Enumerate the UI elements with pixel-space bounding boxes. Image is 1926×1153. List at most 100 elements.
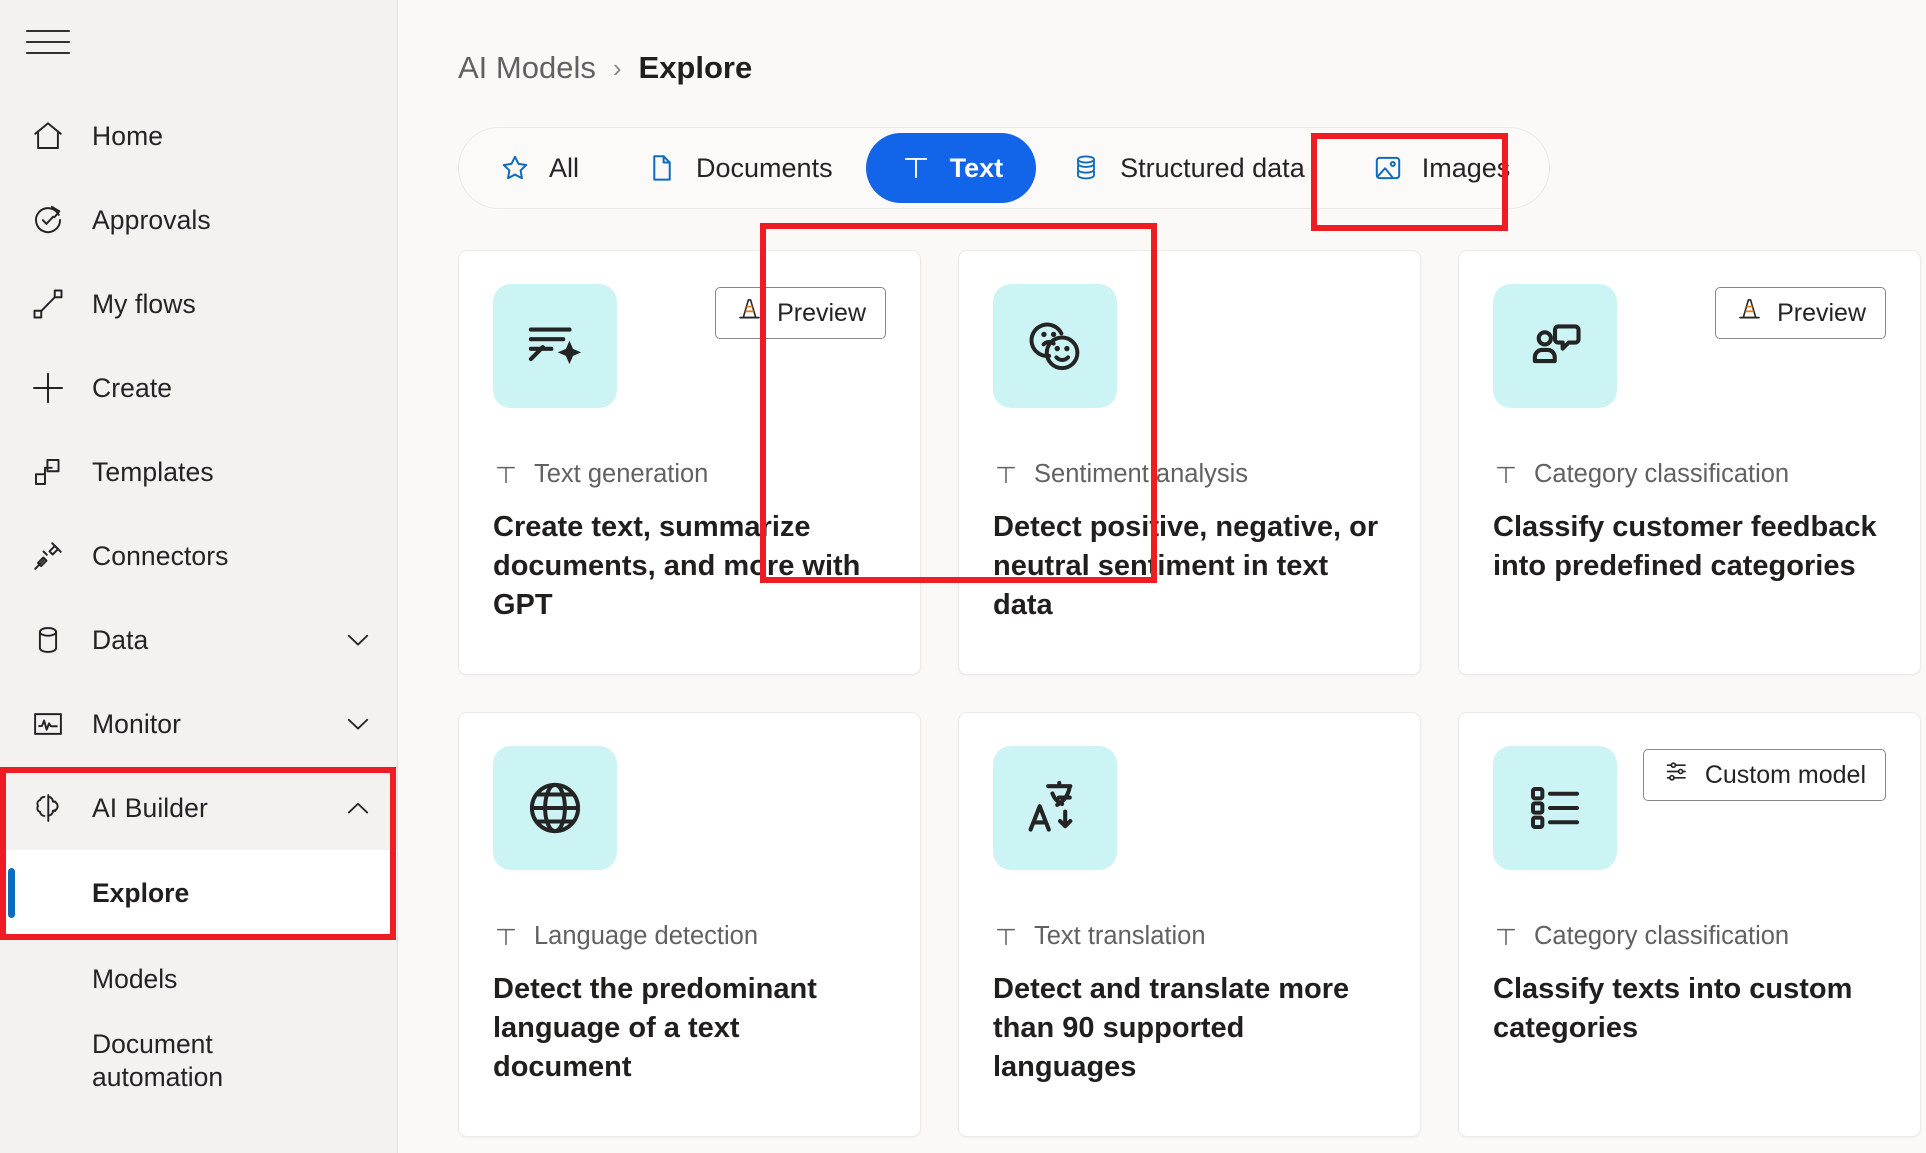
nav-list: Home Approvals My flows Create Templates… (0, 94, 397, 1126)
card-header (993, 284, 1386, 408)
model-card-text-translation[interactable]: Text translation Detect and translate mo… (958, 712, 1421, 1137)
text-icon (493, 462, 519, 488)
category-tab-bar: All Documents Text Structured data Image… (458, 127, 1551, 209)
model-card-language-detection[interactable]: Language detection Detect the predominan… (458, 712, 921, 1137)
star-icon (498, 152, 532, 184)
text-icon (993, 462, 1019, 488)
sidebar-item-my-flows[interactable]: My flows (0, 262, 397, 346)
card-header: Preview (493, 284, 886, 408)
sidebar-item-connectors[interactable]: Connectors (0, 514, 397, 598)
model-card-category-classification-preview[interactable]: Preview Category classification Classify… (1458, 250, 1921, 675)
card-title: Detect the predominant language of a tex… (493, 973, 817, 1084)
hamburger-bar (26, 52, 70, 54)
approvals-icon (26, 198, 70, 242)
card-title: Detect positive, negative, or neutral se… (993, 511, 1379, 622)
text-icon (493, 924, 519, 950)
chevron-down-icon[interactable] (341, 623, 375, 657)
card-category: Text generation (493, 460, 886, 489)
sidebar-item-label: Data (92, 624, 149, 655)
globe-icon (493, 746, 617, 870)
left-navigation-sidebar: Home Approvals My flows Create Templates… (0, 0, 398, 1153)
card-category: Sentiment analysis (993, 460, 1386, 489)
tab-label: Documents (696, 152, 833, 183)
main-content: AI Models › Explore All Documents Text S… (398, 0, 1926, 1153)
breadcrumb: AI Models › Explore (458, 44, 1926, 92)
sidebar-item-document-automation[interactable]: Document automation (0, 1022, 397, 1126)
text-generation-icon (493, 284, 617, 408)
flows-icon (26, 282, 70, 326)
tab-images[interactable]: Images (1338, 133, 1544, 203)
app-root: Home Approvals My flows Create Templates… (0, 0, 1926, 1153)
card-title: Detect and translate more than 90 suppor… (993, 973, 1350, 1084)
sidebar-item-home[interactable]: Home (0, 94, 397, 178)
sidebar-item-label: Approvals (92, 204, 211, 235)
sidebar-item-data[interactable]: Data (0, 598, 397, 682)
sidebar-item-ai-builder[interactable]: AI Builder (0, 766, 397, 850)
connectors-icon (26, 534, 70, 578)
text-icon (1493, 462, 1519, 488)
chevron-up-icon[interactable] (341, 791, 375, 825)
card-category: Language detection (493, 922, 886, 951)
tab-structured-data[interactable]: Structured data (1036, 133, 1338, 203)
text-icon (993, 924, 1019, 950)
card-title: Create text, summarize documents, and mo… (493, 511, 861, 622)
model-card-text-generation[interactable]: Preview Text generation Create text, sum… (458, 250, 921, 675)
card-category-label: Text generation (534, 460, 709, 488)
model-card-sentiment-analysis[interactable]: Sentiment analysis Detect positive, nega… (958, 250, 1421, 675)
sidebar-item-monitor[interactable]: Monitor (0, 682, 397, 766)
card-category-label: Language detection (534, 922, 759, 950)
custom-model-badge: Custom model (1642, 749, 1886, 801)
sidebar-subitem-label: Document automation (92, 1029, 224, 1092)
sidebar-item-approvals[interactable]: Approvals (0, 178, 397, 262)
traffic-cone-icon (735, 295, 764, 331)
tab-label: All (549, 152, 580, 183)
person-comment-icon (1493, 284, 1617, 408)
tab-label: Images (1421, 152, 1511, 183)
badge-label: Preview (777, 298, 866, 327)
list-categories-icon (1493, 746, 1617, 870)
sidebar-item-label: Monitor (92, 708, 182, 739)
tab-text[interactable]: Text (865, 133, 1037, 203)
card-title: Classify texts into custom categories (1493, 973, 1853, 1045)
translate-icon (993, 746, 1117, 870)
sidebar-item-label: My flows (92, 288, 196, 319)
card-category: Category classification (1493, 922, 1886, 951)
breadcrumb-root[interactable]: AI Models (458, 50, 596, 86)
sidebar-item-label: Home (92, 120, 164, 151)
tab-label: Text (949, 152, 1004, 183)
card-header: Preview (1493, 284, 1886, 408)
hamburger-menu-icon[interactable] (18, 12, 78, 72)
sentiment-faces-icon (993, 284, 1117, 408)
tab-documents[interactable]: Documents (612, 133, 866, 203)
model-cards-grid: Preview Text generation Create text, sum… (458, 250, 1926, 1137)
image-icon (1371, 152, 1405, 184)
sidebar-item-label: Templates (92, 456, 214, 487)
chevron-down-icon[interactable] (341, 707, 375, 741)
card-category-label: Category classification (1534, 922, 1790, 950)
tab-all[interactable]: All (465, 133, 612, 203)
templates-icon (26, 450, 70, 494)
sidebar-item-explore[interactable]: Explore (0, 850, 397, 936)
sidebar-item-create[interactable]: Create (0, 346, 397, 430)
hamburger-bar (26, 30, 70, 32)
card-category-label: Text translation (1034, 922, 1206, 950)
card-header (493, 746, 886, 870)
card-category: Category classification (1493, 460, 1886, 489)
preview-badge: Preview (1715, 287, 1886, 339)
plus-icon (26, 366, 70, 410)
model-card-category-classification-custom[interactable]: Custom model Category classification Cla… (1458, 712, 1921, 1137)
card-category-label: Category classification (1534, 460, 1790, 488)
hamburger-bar (26, 41, 70, 43)
sidebar-item-templates[interactable]: Templates (0, 430, 397, 514)
home-icon (26, 114, 70, 158)
database-icon (26, 618, 70, 662)
traffic-cone-icon (1735, 295, 1764, 331)
card-category-label: Sentiment analysis (1034, 460, 1249, 488)
text-icon (899, 152, 933, 184)
sidebar-subitem-label: Models (92, 963, 178, 994)
sidebar-item-models[interactable]: Models (0, 936, 397, 1022)
card-category: Text translation (993, 922, 1386, 951)
sliders-icon (1663, 757, 1692, 793)
badge-label: Custom model (1704, 760, 1866, 789)
card-title: Classify customer feedback into predefin… (1493, 511, 1877, 583)
